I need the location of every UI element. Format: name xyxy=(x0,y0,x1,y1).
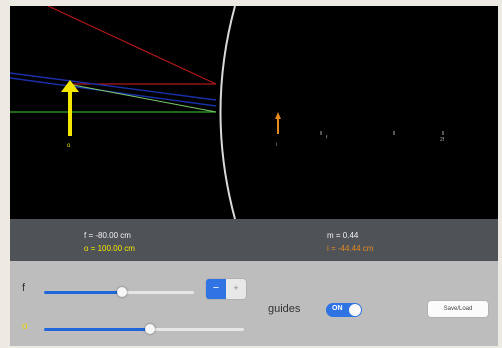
focal-length-readout: f = -80.00 cm xyxy=(84,231,131,240)
magnification-readout: m = 0.44 xyxy=(327,231,359,240)
slider-fill xyxy=(44,291,122,294)
ray-blue xyxy=(10,72,217,101)
save-load-button[interactable]: Save/Load xyxy=(428,301,488,317)
guides-toggle[interactable]: ON xyxy=(326,303,362,317)
object-distance-label: o xyxy=(22,321,28,332)
image-distance-readout: i = -44.44 cm xyxy=(327,244,374,253)
object-distance-readout: o = 100.00 cm xyxy=(84,244,135,253)
increment-button[interactable]: + xyxy=(226,279,246,299)
toggle-knob xyxy=(349,304,361,316)
object-tick-label: o xyxy=(67,143,71,149)
double-focal-tick-label: 2f xyxy=(440,137,445,143)
optics-canvas[interactable]: o i f 2f xyxy=(10,6,498,219)
object-distance-slider[interactable] xyxy=(44,324,244,334)
ray-diagram: o i f 2f xyxy=(10,6,445,219)
focal-tick-label: f xyxy=(326,135,328,141)
image-arrow xyxy=(275,112,281,134)
focal-length-stepper[interactable]: − + xyxy=(206,279,246,299)
slider-fill xyxy=(44,328,150,331)
readout-panel: f = -80.00 cm o = 100.00 cm m = 0.44 i =… xyxy=(10,219,498,261)
decrement-button[interactable]: − xyxy=(206,279,226,299)
ray-red xyxy=(47,6,217,85)
controls-panel: f − + o guides ON Save/Load xyxy=(10,261,498,346)
object-arrow[interactable] xyxy=(61,80,79,136)
image-tick-label: i xyxy=(276,142,277,148)
ray-green xyxy=(67,83,217,113)
slider-thumb[interactable] xyxy=(145,324,155,334)
guides-label: guides xyxy=(268,303,301,315)
convex-mirror xyxy=(219,6,236,219)
toggle-state-text: ON xyxy=(332,305,343,312)
focal-length-label: f xyxy=(22,282,26,294)
focal-length-slider[interactable] xyxy=(44,287,194,297)
slider-thumb[interactable] xyxy=(117,287,127,297)
optics-app: o i f 2f f = -80.00 cm o = 100.00 cm m =… xyxy=(10,6,498,346)
ray-blue-2 xyxy=(10,77,217,107)
